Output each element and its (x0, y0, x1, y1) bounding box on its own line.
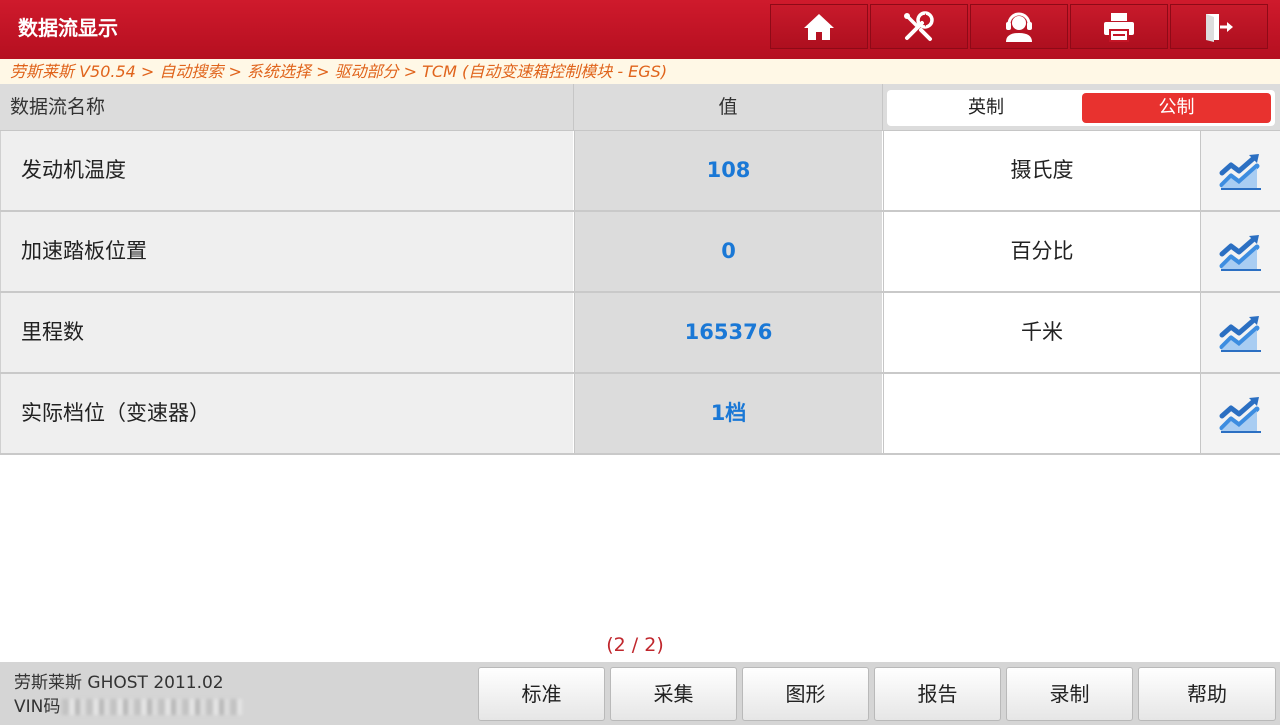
row-value: 108 (574, 131, 882, 210)
row-name: 实际档位（变速器） (0, 374, 573, 453)
exit-icon (1206, 13, 1233, 42)
table-row[interactable]: 发动机温度 108 摄氏度 (0, 131, 1280, 212)
diagnostic-tool-button[interactable] (870, 4, 968, 49)
table-row[interactable]: 加速踏板位置 0 百分比 (0, 212, 1280, 293)
breadcrumb: 劳斯莱斯 V50.54 > 自动搜索 > 系统选择 > 驱动部分 > TCM (… (0, 59, 1280, 84)
header-bar: 数据流显示 (0, 0, 1280, 59)
trend-chart-icon (1219, 234, 1261, 271)
row-unit: 摄氏度 (883, 131, 1200, 210)
vehicle-info: 劳斯莱斯 GHOST 2011.02 VIN码 (14, 671, 243, 719)
table-row[interactable]: 里程数 165376 千米 (0, 293, 1280, 374)
home-icon (804, 13, 834, 40)
trend-chart-icon (1219, 153, 1261, 190)
graph-view-button[interactable]: 图形 (742, 667, 869, 721)
row-unit: 千米 (883, 293, 1200, 372)
footer-bar: 劳斯莱斯 GHOST 2011.02 VIN码 标准 采集 图形 报告 录制 帮… (0, 662, 1280, 725)
vehicle-name: 劳斯莱斯 GHOST 2011.02 (14, 673, 224, 693)
page-title: 数据流显示 (18, 16, 118, 40)
unit-imperial-option[interactable]: 英制 (891, 93, 1081, 123)
trend-chart-icon (1219, 315, 1261, 352)
support-button[interactable] (970, 4, 1068, 49)
row-name: 里程数 (0, 293, 573, 372)
vin-redacted (62, 699, 243, 715)
row-unit (883, 374, 1200, 453)
vin-row: VIN码 (14, 695, 243, 719)
record-button[interactable]: 录制 (1006, 667, 1133, 721)
home-button[interactable] (770, 4, 868, 49)
graph-button[interactable] (1200, 131, 1280, 210)
column-header-value: 值 (718, 96, 738, 118)
page-indicator: (2 / 2) (606, 634, 664, 656)
row-unit: 百分比 (883, 212, 1200, 291)
unit-toggle: 英制 公制 (887, 90, 1275, 126)
table-header: 数据流名称 值 英制 公制 (0, 84, 1280, 131)
unit-metric-option[interactable]: 公制 (1082, 93, 1271, 123)
table-row[interactable]: 实际档位（变速器） 1档 (0, 374, 1280, 455)
row-value: 1档 (574, 374, 882, 453)
trend-chart-icon (1219, 396, 1261, 433)
row-value: 165376 (574, 293, 882, 372)
report-button[interactable]: 报告 (874, 667, 1001, 721)
diagnostic-tool-icon (904, 10, 934, 41)
vin-label: VIN码 (14, 697, 61, 717)
row-name: 加速踏板位置 (0, 212, 573, 291)
row-name: 发动机温度 (0, 131, 573, 210)
graph-button[interactable] (1200, 212, 1280, 291)
support-icon (1006, 12, 1032, 42)
row-value: 0 (574, 212, 882, 291)
graph-button[interactable] (1200, 374, 1280, 453)
exit-button[interactable] (1170, 4, 1268, 49)
column-header-name: 数据流名称 (10, 96, 106, 118)
footer-buttons: 标准 采集 图形 报告 录制 帮助 (478, 667, 1276, 721)
toolbar (770, 4, 1270, 51)
standard-button[interactable]: 标准 (478, 667, 605, 721)
data-stream-list: 发动机温度 108 摄氏度 加速踏板位置 0 百分比 里程数 165376 千米… (0, 131, 1280, 455)
print-button[interactable] (1070, 4, 1168, 49)
capture-button[interactable]: 采集 (610, 667, 737, 721)
help-button[interactable]: 帮助 (1138, 667, 1276, 721)
graph-button[interactable] (1200, 293, 1280, 372)
printer-icon (1104, 12, 1134, 42)
column-divider (882, 84, 883, 130)
